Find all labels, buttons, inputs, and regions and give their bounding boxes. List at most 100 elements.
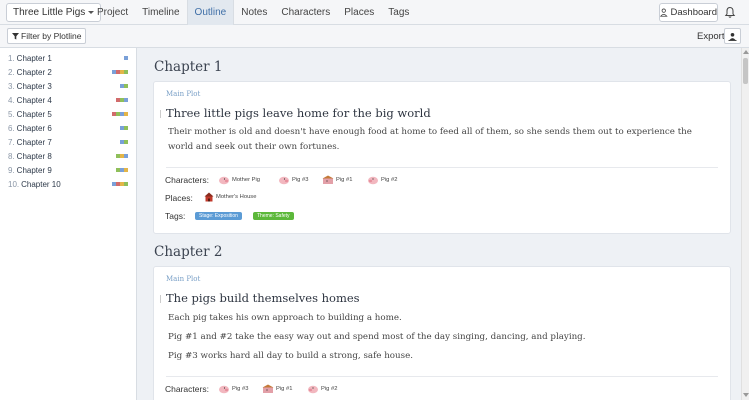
pig-avatar-icon <box>262 384 274 393</box>
plotline-color-swatches <box>120 126 128 130</box>
scene-title[interactable]: The pigs build themselves homes <box>166 291 360 305</box>
sidebar-chapter-item[interactable]: 5. Chapter 5 <box>0 108 136 122</box>
chapter-label: Chapter 5 <box>16 110 52 119</box>
chapter-label: Chapter 7 <box>16 138 52 147</box>
tags-label: Tags: <box>165 211 186 221</box>
chapter-number: 6. <box>8 124 15 133</box>
chapter-number: 3. <box>8 82 15 91</box>
plotline-color-swatch <box>124 56 128 60</box>
chapter-label: Chapter 6 <box>16 124 52 133</box>
plotline-color-swatches <box>112 112 128 116</box>
scene-card[interactable]: Main Plot Three little pigs leave home f… <box>153 81 731 234</box>
tag-badge[interactable]: Theme: Safety <box>253 212 294 220</box>
user-icon <box>660 8 668 17</box>
pig-avatar-icon <box>322 175 334 184</box>
outline-toolbar: Filter by Plotline Export: <box>0 25 749 48</box>
sidebar-chapter-item[interactable]: 3. Chapter 3 <box>0 80 136 94</box>
project-selector-button[interactable]: Three Little Pigs <box>6 3 102 22</box>
plotline-color-swatch <box>124 98 128 102</box>
chapter-number: 10. <box>8 180 20 189</box>
chapter-label: Chapter 1 <box>16 54 52 63</box>
scroll-up-icon[interactable] <box>743 50 749 54</box>
nav-places[interactable]: Places <box>337 0 381 25</box>
character-chip[interactable]: Pig #2 <box>367 175 397 185</box>
chapter-label: Chapter 8 <box>16 152 52 161</box>
character-name: Pig #1 <box>276 386 293 392</box>
plotline-color-swatch <box>124 182 128 186</box>
sidebar-chapter-item[interactable]: 4. Chapter 4 <box>0 94 136 108</box>
scene-card[interactable]: Main Plot The pigs build themselves home… <box>153 266 731 400</box>
drag-handle-icon[interactable] <box>160 110 162 118</box>
plotline-color-swatches <box>116 98 128 102</box>
character-chip[interactable]: Pig #2 <box>307 384 337 394</box>
chapter-label: Chapter 9 <box>16 166 52 175</box>
scrollbar-thumb[interactable] <box>743 58 748 84</box>
nav-outline[interactable]: Outline <box>186 0 235 25</box>
sidebar-chapter-item[interactable]: 1. Chapter 1 <box>0 52 136 66</box>
plotline-color-swatch <box>124 112 128 116</box>
sidebar-chapter-item[interactable]: 10. Chapter 10 <box>0 178 136 192</box>
scroll-down-icon[interactable] <box>743 393 749 397</box>
character-chip[interactable]: Pig #1 <box>262 384 292 394</box>
scene-description[interactable]: Their mother is old and doesn't have eno… <box>168 125 716 155</box>
places-label: Places: <box>165 193 193 203</box>
main-nav: Project Timeline Outline Notes Character… <box>90 0 416 25</box>
pig-avatar-icon <box>368 176 378 185</box>
sidebar-chapter-item[interactable]: 8. Chapter 8 <box>0 150 136 164</box>
pig-avatar-icon <box>279 176 289 185</box>
character-name: Pig #3 <box>232 386 249 392</box>
chapter-number: 2. <box>8 68 15 77</box>
export-button[interactable] <box>724 28 741 44</box>
tag-badge[interactable]: Stage: Exposition <box>195 212 242 220</box>
plotline-color-swatch <box>124 140 128 144</box>
nav-characters[interactable]: Characters <box>274 0 337 25</box>
dashboard-button[interactable]: Dashboard <box>659 3 718 22</box>
bell-icon[interactable] <box>724 6 736 19</box>
divider <box>166 376 718 377</box>
plotline-color-swatches <box>120 140 128 144</box>
plotline-color-swatches <box>112 182 128 186</box>
character-chip[interactable]: Pig #3 <box>278 175 308 185</box>
export-icon <box>728 32 737 41</box>
sidebar-chapter-item[interactable]: 2. Chapter 2 <box>0 66 136 80</box>
chapter-heading: Chapter 2 <box>154 244 223 260</box>
drag-handle-icon[interactable] <box>160 295 162 303</box>
pig-avatar-icon <box>308 385 318 394</box>
pig-avatar-icon <box>219 176 229 185</box>
plotline-color-swatches <box>112 70 128 74</box>
character-name: Pig #2 <box>321 386 338 392</box>
nav-project[interactable]: Project <box>90 0 135 25</box>
export-label: Export: <box>697 31 728 42</box>
pig-avatar-icon <box>219 385 229 394</box>
chapter-label: Chapter 10 <box>21 180 61 189</box>
place-chip[interactable]: Mother's House <box>204 192 256 202</box>
plotline-color-swatches <box>120 84 128 88</box>
chapter-sidebar: 1. Chapter 1 2. Chapter 2 3. Chapter 3 4. Chapt… <box>0 48 137 400</box>
nav-tags[interactable]: Tags <box>381 0 416 25</box>
sidebar-chapter-item[interactable]: 6. Chapter 6 <box>0 122 136 136</box>
chapter-label: Chapter 2 <box>16 68 52 77</box>
character-chip[interactable]: Mother Pig <box>218 175 260 185</box>
outline-content: Chapter 1 Main Plot Three little pigs le… <box>138 48 741 400</box>
character-chip[interactable]: Pig #3 <box>218 384 248 394</box>
plotline-color-swatch <box>124 168 128 172</box>
scene-paragraph[interactable]: Each pig takes his own approach to build… <box>168 311 716 326</box>
plotline-color-swatches <box>124 56 128 60</box>
scene-title[interactable]: Three little pigs leave home for the big… <box>166 106 431 120</box>
plotline-color-swatches <box>116 154 128 158</box>
funnel-icon <box>12 32 19 39</box>
chapter-number: 5. <box>8 110 15 119</box>
sidebar-chapter-item[interactable]: 7. Chapter 7 <box>0 136 136 150</box>
main-scrollbar[interactable] <box>741 48 749 400</box>
filter-by-plotline-button[interactable]: Filter by Plotline <box>7 28 87 44</box>
nav-timeline[interactable]: Timeline <box>135 0 186 25</box>
character-name: Pig #2 <box>381 177 398 183</box>
scene-paragraph[interactable]: Pig #1 and #2 take the easy way out and … <box>168 330 716 345</box>
sidebar-chapter-item[interactable]: 9. Chapter 9 <box>0 164 136 178</box>
nav-notes[interactable]: Notes <box>234 0 274 25</box>
plotline-color-swatches <box>116 168 128 172</box>
character-name: Pig #3 <box>292 177 309 183</box>
scene-paragraph[interactable]: Pig #3 works hard all day to build a str… <box>168 349 716 364</box>
character-chip[interactable]: Pig #1 <box>322 175 352 185</box>
divider <box>166 167 718 168</box>
